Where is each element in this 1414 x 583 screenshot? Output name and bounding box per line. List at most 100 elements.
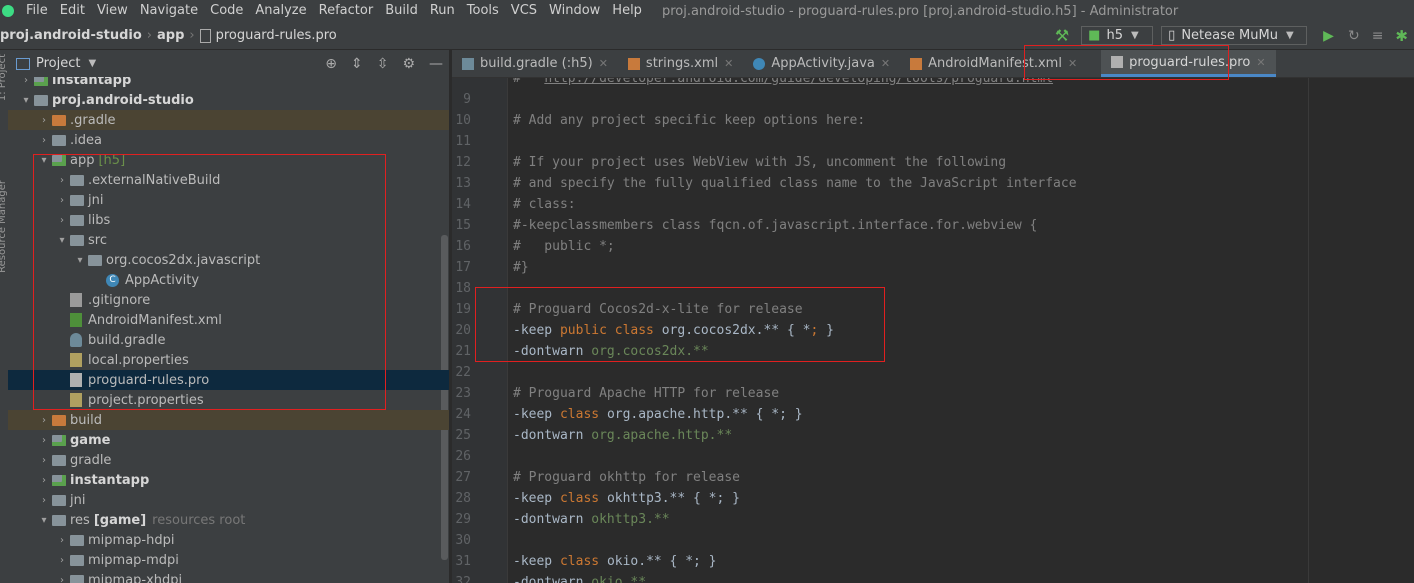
debug-icon[interactable]: ✱	[1395, 27, 1408, 45]
editor-tab[interactable]: AndroidManifest.xml ✕	[900, 50, 1087, 77]
tree-row[interactable]: project.properties	[8, 390, 449, 410]
chevron-down-icon[interactable]: ▾	[72, 255, 88, 266]
minimize-icon[interactable]: —	[429, 56, 443, 72]
line-number: 23	[455, 386, 471, 401]
editor-tab[interactable]: build.gradle (:h5) ✕	[452, 50, 618, 77]
menu-analyze[interactable]: Analyze	[249, 0, 312, 22]
device-select[interactable]: ▯ Netease MuMu ▼	[1161, 26, 1308, 45]
tree-row[interactable]: › .idea	[8, 130, 449, 150]
chevron-down-icon[interactable]: ▾	[36, 155, 52, 166]
line-number: 19	[455, 302, 471, 317]
chevron-right-icon[interactable]: ›	[54, 175, 70, 186]
tree-row[interactable]: C AppActivity	[8, 270, 449, 290]
tree-row[interactable]: ▾ app [h5]	[8, 150, 449, 170]
close-icon[interactable]: ✕	[881, 57, 890, 70]
tree-row[interactable]: › libs	[8, 210, 449, 230]
breadcrumb-module[interactable]: app	[157, 28, 184, 43]
chevron-down-icon[interactable]: ▾	[54, 235, 70, 246]
tree-row[interactable]: AndroidManifest.xml	[8, 310, 449, 330]
build-hammer-icon[interactable]: ⚒	[1055, 26, 1069, 45]
side-tab-project[interactable]: 1: Project	[0, 54, 8, 101]
editor-tab[interactable]: strings.xml ✕	[618, 50, 743, 77]
tree-row[interactable]: ▾ res [game] resources root	[8, 510, 449, 530]
menu-view[interactable]: View	[91, 0, 134, 22]
tree-row[interactable]: › game	[8, 430, 449, 450]
chevron-right-icon[interactable]: ›	[54, 535, 70, 546]
tree-row[interactable]: › jni	[8, 190, 449, 210]
code-line: 29 -dontwarn okhttp3.**	[452, 509, 1414, 530]
tree-row[interactable]: › mipmap-mdpi	[8, 550, 449, 570]
code-token: -dontwarn	[513, 512, 592, 527]
tree-row[interactable]: › .externalNativeBuild	[8, 170, 449, 190]
code-token[interactable]: http://developer.android.com/guide/devel…	[544, 78, 1053, 86]
chevron-down-icon[interactable]: ▼	[88, 58, 96, 69]
tree-row[interactable]: ▾ src	[8, 230, 449, 250]
code-line: 18	[452, 278, 1414, 299]
tree-row[interactable]: ▾ org.cocos2dx.javascript	[8, 250, 449, 270]
tree-row[interactable]: › .gradle	[8, 110, 449, 130]
menu-help[interactable]: Help	[606, 0, 648, 22]
project-panel-header: Project ▼ ⊕ ⇕ ⇳ ⚙ —	[8, 50, 449, 78]
tree-row[interactable]: › instantapp	[8, 470, 449, 490]
chevron-right-icon[interactable]: ›	[18, 77, 34, 86]
tree-item-label: mipmap-xhdpi	[88, 572, 183, 583]
folder-icon	[70, 574, 84, 583]
chevron-right-icon[interactable]: ›	[54, 215, 70, 226]
chevron-down-icon[interactable]: ▾	[36, 515, 52, 526]
chevron-right-icon[interactable]: ›	[54, 195, 70, 206]
tree-row[interactable]: › mipmap-xhdpi	[8, 570, 449, 583]
code-editor[interactable]: # http://developer.android.com/guide/dev…	[452, 78, 1414, 583]
tree-row[interactable]: ▾ proj.android-studio	[8, 90, 449, 110]
chevron-right-icon[interactable]: ›	[36, 115, 52, 126]
menu-file[interactable]: File	[20, 0, 54, 22]
chevron-down-icon[interactable]: ▾	[18, 95, 34, 106]
chevron-right-icon[interactable]: ›	[54, 575, 70, 583]
chevron-right-icon[interactable]: ›	[36, 135, 52, 146]
tree-row[interactable]: .gitignore	[8, 290, 449, 310]
tree-row[interactable]: build.gradle	[8, 330, 449, 350]
gear-icon[interactable]: ⚙	[402, 56, 415, 72]
file-icon	[462, 57, 474, 70]
chevron-right-icon[interactable]: ›	[36, 495, 52, 506]
close-icon[interactable]: ✕	[599, 57, 608, 70]
run-config-select[interactable]: ■ h5 ▼	[1081, 26, 1154, 45]
tree-row[interactable]: › jni	[8, 490, 449, 510]
expand-all-icon[interactable]: ⇕	[351, 56, 363, 72]
tree-row[interactable]: › mipmap-hdpi	[8, 530, 449, 550]
menu-edit[interactable]: Edit	[54, 0, 91, 22]
editor-tab-bar: build.gradle (:h5) ✕ strings.xml ✕ AppActivi…	[452, 50, 1414, 78]
close-icon[interactable]: ✕	[724, 57, 733, 70]
apply-changes-icon[interactable]: ↻	[1348, 28, 1360, 44]
menu-refactor[interactable]: Refactor	[313, 0, 380, 22]
chevron-right-icon[interactable]: ›	[54, 555, 70, 566]
chevron-right-icon[interactable]: ›	[36, 415, 52, 426]
menu-code[interactable]: Code	[204, 0, 249, 22]
editor-tab[interactable]: proguard-rules.pro ✕	[1101, 50, 1276, 77]
tree-row[interactable]: › instantapp	[8, 77, 449, 90]
chevron-right-icon[interactable]: ›	[36, 475, 52, 486]
chevron-right-icon[interactable]: ›	[36, 455, 52, 466]
code-line: 32 -dontwarn okio.**	[452, 572, 1414, 583]
chevron-right-icon[interactable]: ›	[36, 435, 52, 446]
run-icon[interactable]: ▶	[1323, 28, 1334, 44]
menu-vcs[interactable]: VCS	[505, 0, 543, 22]
close-icon[interactable]: ✕	[1068, 57, 1077, 70]
menu-navigate[interactable]: Navigate	[134, 0, 204, 22]
menu-tools[interactable]: Tools	[461, 0, 505, 22]
collapse-all-icon[interactable]: ⇳	[377, 56, 389, 72]
tree-row[interactable]: › gradle	[8, 450, 449, 470]
project-view-select[interactable]: Project	[36, 56, 80, 71]
locate-file-icon[interactable]: ⊕	[325, 56, 337, 72]
breadcrumb-project[interactable]: proj.android-studio	[0, 28, 142, 43]
menu-build[interactable]: Build	[379, 0, 424, 22]
menu-run[interactable]: Run	[424, 0, 461, 22]
tree-row[interactable]: local.properties	[8, 350, 449, 370]
close-icon[interactable]: ✕	[1256, 56, 1265, 69]
tree-row[interactable]: › build	[8, 410, 449, 430]
tree-row[interactable]: proguard-rules.pro	[8, 370, 449, 390]
sync-icon[interactable]: ≡	[1372, 28, 1384, 44]
editor-tab[interactable]: AppActivity.java ✕	[743, 50, 900, 77]
side-tab-resource-manager[interactable]: Resource Manager	[0, 180, 8, 273]
menu-window[interactable]: Window	[543, 0, 606, 22]
breadcrumb-file[interactable]: proguard-rules.pro	[216, 28, 337, 43]
